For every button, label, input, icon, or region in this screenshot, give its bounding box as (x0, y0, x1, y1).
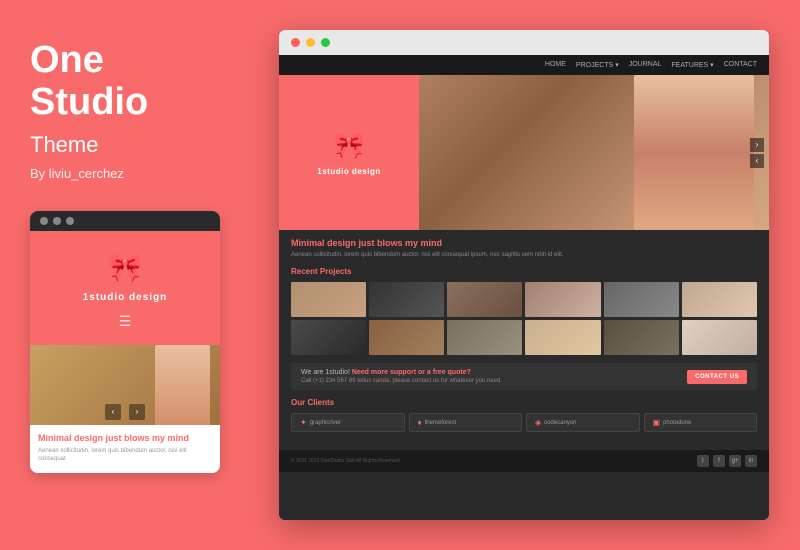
next-arrow[interactable]: › (129, 404, 145, 420)
mobile-dot-3 (66, 217, 74, 225)
title-line2: Studio (30, 81, 148, 123)
browser-content: HOME PROJECTS ▾ JOURNAL FEATURES ▾ CONTA… (279, 55, 769, 515)
cta-text-normal: We are 1studio! (301, 369, 352, 376)
theme-title: One Studio Theme By liviu_cerchez (30, 40, 218, 211)
social-linkedin[interactable]: in (745, 455, 757, 467)
client-graphicriver[interactable]: ✦ graphicriver (291, 413, 405, 432)
mobile-header (30, 211, 220, 231)
hero-arrows: › ‹ (750, 138, 764, 168)
hamburger-icon[interactable]: ☰ (119, 313, 132, 330)
cta-text-section: We are 1studio! Need more support or a f… (301, 369, 502, 384)
site-nav: HOME PROJECTS ▾ JOURNAL FEATURES ▾ CONTA… (279, 55, 769, 75)
site-hero: 🎀 1studio design › ‹ (279, 75, 769, 230)
social-googleplus[interactable]: g+ (729, 455, 741, 467)
mobile-body-text: Aenean sollicitudin, lorem quis bibendum… (38, 447, 212, 464)
hero-next-arrow[interactable]: ‹ (750, 154, 764, 168)
browser-dot-minimize[interactable] (306, 38, 315, 47)
client-name-3: photodune (663, 420, 691, 426)
hero-prev-arrow[interactable]: › (750, 138, 764, 152)
nav-projects[interactable]: PROJECTS ▾ (576, 61, 619, 69)
browser-window: HOME PROJECTS ▾ JOURNAL FEATURES ▾ CONTA… (279, 30, 769, 520)
project-thumb-11[interactable] (604, 320, 679, 355)
tagline-highlight: just blows my mind (359, 238, 443, 248)
project-thumb-2[interactable] (369, 282, 444, 317)
clients-title: Our Clients (291, 398, 757, 407)
browser-dot-close[interactable] (291, 38, 300, 47)
mobile-dot-1 (40, 217, 48, 225)
mobile-logo-text: 1studio design (83, 292, 168, 303)
cta-contact-button[interactable]: CONTACT US (687, 370, 747, 384)
project-thumb-3[interactable] (447, 282, 522, 317)
themeforest-icon: ♦ (418, 418, 422, 427)
browser-chrome (279, 30, 769, 55)
photodune-icon: ▣ (653, 418, 661, 427)
mobile-heading-text: Minimal design (38, 433, 106, 443)
hero-image: › ‹ (419, 75, 769, 230)
project-thumb-5[interactable] (604, 282, 679, 317)
site-footer: © 2011 2012 OneStudio Sarl All Rights Re… (279, 450, 769, 472)
client-name-2: codecanyon (544, 420, 576, 426)
theme-subtitle: Theme (30, 132, 218, 158)
mobile-content: Minimal design just blows my mind Aenean… (30, 425, 220, 474)
cta-phone: Call (+1) 234 567 89 tellus canda, pleas… (301, 378, 502, 384)
recent-projects-title: Recent Projects (291, 267, 757, 276)
cta-text-highlight: Need more support or a free quote? (352, 369, 471, 376)
project-thumb-8[interactable] (369, 320, 444, 355)
clients-section: Our Clients ✦ graphicriver ♦ themeforest… (291, 398, 757, 432)
prev-arrow[interactable]: ‹ (105, 404, 121, 420)
nav-home[interactable]: HOME (545, 61, 566, 69)
mobile-dot-2 (53, 217, 61, 225)
project-thumb-4[interactable] (525, 282, 600, 317)
client-name-0: graphicriver (310, 420, 341, 426)
client-name-1: themeforest (425, 420, 457, 426)
nav-contact[interactable]: CONTACT (724, 61, 757, 69)
mobile-hero-section: 🎀 1studio design ☰ (30, 231, 220, 345)
nav-journal[interactable]: JOURNAL (629, 61, 662, 69)
mobile-nav-arrows: ‹ › (30, 404, 220, 420)
bowtie-icon: 🎀 (108, 251, 143, 284)
client-photodune[interactable]: ▣ photodune (644, 413, 758, 432)
social-facebook[interactable]: f (713, 455, 725, 467)
browser-dot-maximize[interactable] (321, 38, 330, 47)
client-codecanyon[interactable]: ◈ codecanyon (526, 413, 640, 432)
hero-logo-section: 🎀 1studio design (279, 75, 419, 230)
cta-main-text: We are 1studio! Need more support or a f… (301, 369, 502, 376)
social-twitter[interactable]: t (697, 455, 709, 467)
project-thumb-10[interactable] (525, 320, 600, 355)
right-panel: HOME PROJECTS ▾ JOURNAL FEATURES ▾ CONTA… (248, 0, 800, 550)
codecanyon-icon: ◈ (535, 418, 541, 427)
site-main: Minimal design just blows my mind Aenean… (279, 230, 769, 448)
projects-grid (291, 282, 757, 355)
left-panel: One Studio Theme By liviu_cerchez 🎀 1stu… (0, 0, 248, 550)
theme-author: By liviu_cerchez (30, 166, 218, 181)
nav-features[interactable]: FEATURES ▾ (671, 61, 713, 69)
project-thumb-6[interactable] (682, 282, 757, 317)
project-thumb-1[interactable] (291, 282, 366, 317)
site-tagline: Minimal design just blows my mind (291, 238, 757, 248)
hero-logo-text: 1studio design (317, 167, 380, 176)
mobile-photo: ‹ › (30, 345, 220, 425)
tagline-text: Minimal design (291, 238, 359, 248)
project-thumb-9[interactable] (447, 320, 522, 355)
project-thumb-12[interactable] (682, 320, 757, 355)
footer-social: t f g+ in (697, 455, 757, 467)
cta-bar: We are 1studio! Need more support or a f… (291, 363, 757, 390)
mobile-mockup: 🎀 1studio design ☰ ‹ › Minimal design ju… (30, 211, 220, 474)
client-themeforest[interactable]: ♦ themeforest (409, 413, 523, 432)
site-description: Aenean sollicitudin, lorem quis bibendum… (291, 251, 757, 259)
project-thumb-7[interactable] (291, 320, 366, 355)
hero-bowtie-icon: 🎀 (333, 130, 365, 161)
mobile-heading-highlight: just blows my mind (106, 433, 190, 443)
footer-copyright: © 2011 2012 OneStudio Sarl All Rights Re… (291, 458, 401, 464)
hero-person-image (634, 75, 754, 230)
graphicriver-icon: ✦ (300, 418, 307, 427)
mobile-heading: Minimal design just blows my mind (38, 433, 212, 443)
clients-grid: ✦ graphicriver ♦ themeforest ◈ codecanyo… (291, 413, 757, 432)
title-line1: One (30, 39, 104, 81)
